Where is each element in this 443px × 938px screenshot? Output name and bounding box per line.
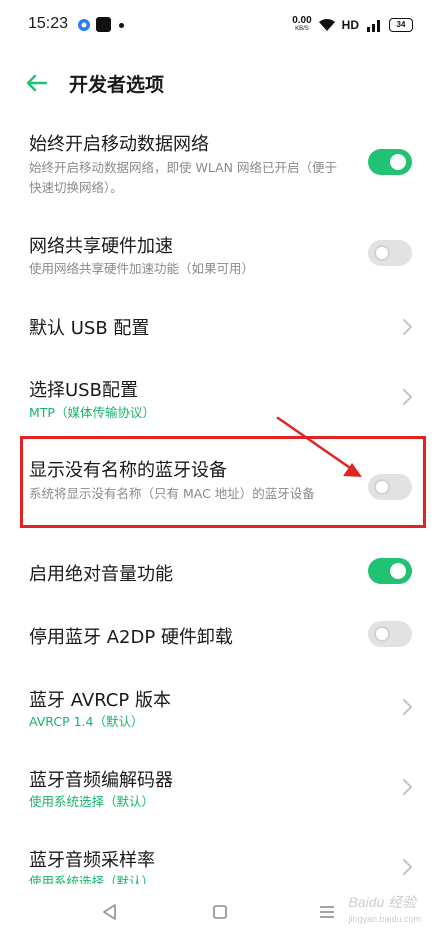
network-speed-unit: KB/S [295,26,309,32]
setting-bluetooth-avrcp-version[interactable]: 蓝牙 AVRCP 版本 AVRCP 1.4（默认） [0,684,443,734]
setting-title: 蓝牙 AVRCP 版本 [29,690,171,711]
switch-knob [390,154,406,170]
toggle-switch-off[interactable] [368,621,412,647]
setting-summary: 使用系统选择（默认） [29,874,155,884]
status-bar: 15:23 0.00 KB/S HD 34 [0,0,443,52]
chevron-right-icon [403,699,412,715]
status-time: 15:23 [28,15,69,32]
app-bar: 开发者选项 [0,58,443,108]
page-title: 开发者选项 [69,74,165,96]
menu-lines-icon[interactable] [318,905,336,919]
setting-title: 停用蓝牙 A2DP 硬件卸载 [29,627,233,648]
app-notification-icon [78,19,90,31]
wifi-icon [318,18,335,31]
setting-bluetooth-audio-codec[interactable]: 蓝牙音频编解码器 使用系统选择（默认） [0,764,443,814]
watermark-main: Baidu 经验 [348,894,417,910]
setting-default-usb-config[interactable]: 默认 USB 配置 [0,312,443,342]
setting-summary: 使用系统选择（默认） [29,794,155,809]
setting-title: 启用绝对音量功能 [29,564,173,585]
chevron-right-icon [403,319,412,335]
setting-bluetooth-audio-sample-rate[interactable]: 蓝牙音频采样率 使用系统选择（默认） [0,844,443,884]
system-navigation-bar: Baidu 经验 jingyan.baidu.com [0,886,443,938]
setting-absolute-volume[interactable]: 启用绝对音量功能 [0,558,443,588]
status-indicators: 0.00 KB/S HD 34 [292,14,413,36]
setting-title: 蓝牙音频编解码器 [29,770,173,791]
network-speed: 0.00 KB/S [292,16,311,34]
toggle-switch-off[interactable] [368,240,412,266]
cell-signal-icon [367,20,380,32]
switch-knob [374,626,390,642]
more-notifications-dot-icon [119,23,124,28]
setting-tethering-hw-accel[interactable]: 网络共享硬件加速 使用网络共享硬件加速功能（如果可用） [0,230,443,284]
network-speed-value: 0.00 [292,15,312,26]
triangle-back-icon[interactable] [101,903,119,921]
arrow-left-icon[interactable] [24,70,50,96]
setting-mobile-data-always-on[interactable]: 始终开启移动数据网络 始终开启移动数据网络，即使 WLAN 网络已开启（便于快速… [0,128,443,200]
toggle-switch-on[interactable] [368,558,412,584]
watermark-sub: jingyan.baidu.com [348,914,421,924]
chevron-right-icon [403,859,412,875]
chevron-right-icon [403,389,412,405]
switch-knob [390,563,406,579]
watermark: Baidu 经验 jingyan.baidu.com [348,892,421,924]
battery-level: 34 [389,18,413,32]
toggle-switch-on[interactable] [368,149,412,175]
setting-title: 默认 USB 配置 [29,318,150,339]
annotation-arrow-icon [276,416,362,477]
switch-knob [374,245,390,261]
square-home-icon[interactable] [211,903,229,921]
setting-disable-a2dp-hw-offload[interactable]: 停用蓝牙 A2DP 硬件卸载 [0,621,443,651]
tiktok-notification-icon [96,17,111,32]
setting-title: 蓝牙音频采样率 [29,850,155,871]
setting-title: 网络共享硬件加速 [29,236,173,257]
hd-label: HD [341,18,359,32]
setting-title: 始终开启移动数据网络 [29,134,209,155]
setting-summary: AVRCP 1.4（默认） [29,714,144,729]
chevron-right-icon [403,779,412,795]
setting-title: 选择USB配置 [29,380,138,401]
setting-summary: 使用网络共享硬件加速功能（如果可用） [29,261,255,276]
setting-summary: 始终开启移动数据网络，即使 WLAN 网络已开启（便于快速切换网络）。 [29,160,337,195]
